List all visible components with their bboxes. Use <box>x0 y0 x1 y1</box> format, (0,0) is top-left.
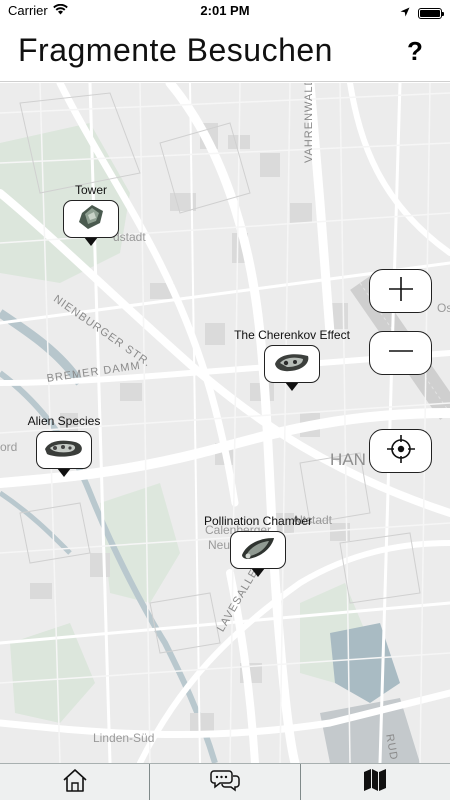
fragment-marker-alien-species[interactable]: Alien Species <box>0 414 134 477</box>
fragment-title: Tower <box>74 183 107 197</box>
fragment-bubble[interactable] <box>230 531 286 569</box>
district-label-linden-sued: Linden-Süd <box>93 731 155 745</box>
city-label: HAN <box>330 450 366 469</box>
tab-home[interactable] <box>0 764 151 800</box>
fragment-title: The Cherenkov Effect <box>234 328 350 342</box>
marker-pointer <box>57 468 71 477</box>
header: Fragmente Besuchen ? <box>0 22 450 82</box>
fragment-title: Pollination Chamber <box>203 514 313 528</box>
alien-species-fragment-icon <box>43 437 85 464</box>
fragment-title: Alien Species <box>27 414 101 428</box>
battery-icon <box>418 7 444 19</box>
zoom-out-button[interactable] <box>369 331 432 375</box>
zoom-in-button[interactable] <box>369 269 432 313</box>
street-label-vahrenwalder: VAHRENWALD <box>303 83 315 163</box>
pollination-chamber-fragment-icon <box>238 535 278 566</box>
fragment-marker-pollination-chamber[interactable]: Pollination Chamber <box>188 514 328 577</box>
tab-map[interactable] <box>301 764 450 800</box>
crosshair-icon <box>386 434 416 469</box>
location-arrow-icon <box>400 4 410 22</box>
help-button[interactable]: ? <box>402 36 428 68</box>
tab-chat[interactable] <box>150 764 301 800</box>
fragment-marker-cherenkov[interactable]: The Cherenkov Effect <box>222 328 362 391</box>
marker-pointer <box>285 382 299 391</box>
marker-pointer <box>251 568 265 577</box>
fragment-bubble[interactable] <box>264 345 320 383</box>
cherenkov-fragment-icon <box>272 350 312 379</box>
plus-icon <box>388 276 414 307</box>
fragment-marker-tower[interactable]: Tower <box>21 183 161 246</box>
page-title: Fragmente Besuchen <box>18 32 333 68</box>
chat-bubbles-icon <box>210 768 240 797</box>
status-right <box>400 4 444 22</box>
minus-icon <box>388 338 414 369</box>
status-time: 2:01 PM <box>200 3 250 18</box>
status-bar: Carrier 2:01 PM <box>0 0 450 22</box>
map-icon <box>362 768 388 797</box>
marker-pointer <box>84 237 98 246</box>
tower-fragment-icon <box>76 203 106 236</box>
tab-bar <box>0 763 450 800</box>
locate-me-button[interactable] <box>369 429 432 473</box>
district-label-os: Os <box>437 301 450 315</box>
fragment-bubble[interactable] <box>36 431 92 469</box>
fragment-bubble[interactable] <box>63 200 119 238</box>
home-icon <box>62 768 88 797</box>
map-view[interactable]: VAHRENWALD NIENBURGER STR. BREMER DAMM L… <box>0 83 450 763</box>
